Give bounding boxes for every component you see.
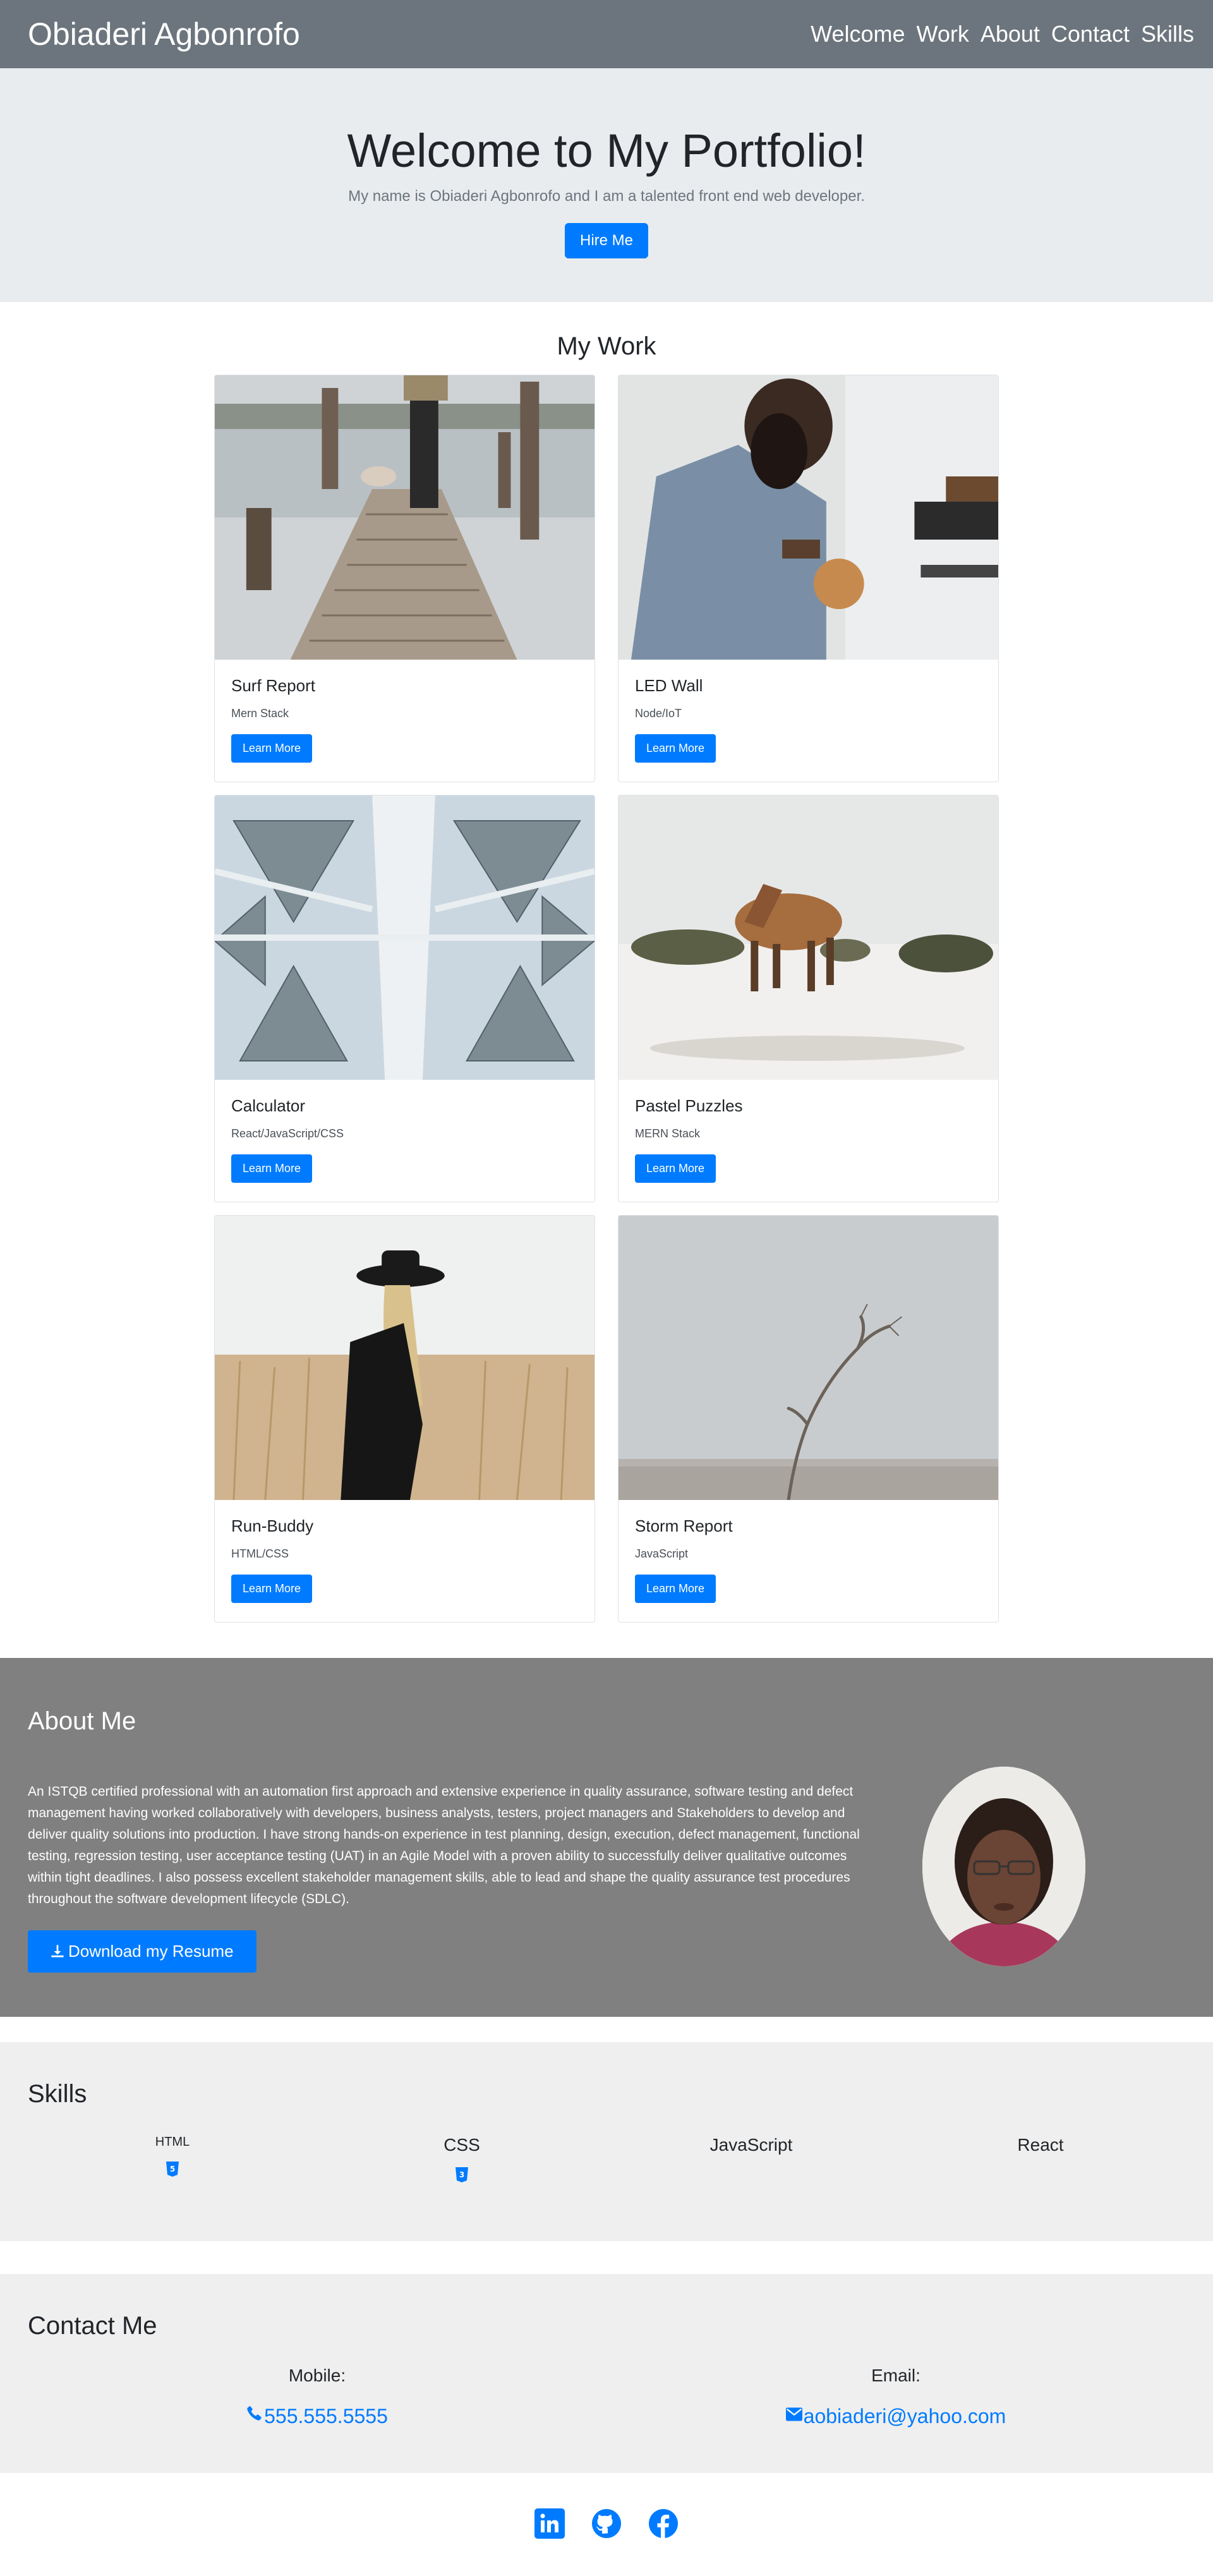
horse-snow-photo xyxy=(619,795,998,1080)
card-title: Pastel Puzzles xyxy=(635,1096,743,1115)
card-stack: HTML/CSS xyxy=(231,1547,289,1560)
email-label: Email: xyxy=(871,2366,920,2385)
project-card: Storm Report JavaScript Learn More xyxy=(618,1215,999,1623)
nav-link-about[interactable]: About xyxy=(981,21,1040,47)
download-resume-button[interactable]: Download my Resume xyxy=(28,1930,256,1973)
contact-section: Contact Me Mobile: 555.555.5555 Email: a… xyxy=(0,2274,1213,2473)
card-title: Storm Report xyxy=(635,1516,733,1535)
project-card: Run-Buddy HTML/CSS Learn More xyxy=(214,1215,595,1623)
skill-react: React xyxy=(896,2135,1185,2186)
project-card: Surf Report Mern Stack Learn More xyxy=(214,375,595,782)
card-stack: JavaScript xyxy=(635,1547,689,1560)
woman-hat-field-photo xyxy=(215,1216,594,1500)
project-grid: Surf Report Mern Stack Learn More LED Wa… xyxy=(214,375,999,1623)
email-link[interactable]: aobiaderi@yahoo.com xyxy=(785,2405,1006,2428)
email-value: aobiaderi@yahoo.com xyxy=(803,2405,1006,2428)
contact-row: Mobile: 555.555.5555 Email: aobiaderi@ya… xyxy=(28,2366,1185,2428)
nav-link-contact[interactable]: Contact xyxy=(1051,21,1130,47)
card-stack: Node/IoT xyxy=(635,707,682,720)
learn-more-button[interactable]: Learn More xyxy=(635,734,716,763)
work-heading: My Work xyxy=(557,332,656,360)
skill-javascript: JavaScript xyxy=(606,2135,896,2186)
skill-label: HTML xyxy=(155,2135,190,2149)
footer xyxy=(0,2473,1213,2574)
hire-me-button[interactable]: Hire Me xyxy=(564,223,648,258)
card-stack: React/JavaScript/CSS xyxy=(231,1127,344,1140)
learn-more-button[interactable]: Learn More xyxy=(231,1575,313,1603)
bare-tree-photo xyxy=(619,1216,998,1500)
card-body: Pastel Puzzles MERN Stack Learn More xyxy=(619,1080,998,1199)
html5-icon: 5 xyxy=(166,2162,179,2177)
nav-links: Welcome Work About Contact Skills xyxy=(811,21,1194,47)
about-section: About Me An ISTQB certified professional… xyxy=(0,1658,1213,2017)
card-stack: MERN Stack xyxy=(635,1127,701,1140)
learn-more-button[interactable]: Learn More xyxy=(635,1154,716,1183)
card-stack: Mern Stack xyxy=(231,707,289,720)
contact-email: Email: aobiaderi@yahoo.com xyxy=(606,2366,1185,2428)
hero-jumbotron: Welcome to My Portfolio! My name is Obia… xyxy=(0,68,1213,302)
skill-label: React xyxy=(1017,2135,1064,2155)
learn-more-button[interactable]: Learn More xyxy=(231,734,313,763)
nav-link-skills[interactable]: Skills xyxy=(1141,21,1194,47)
download-icon xyxy=(51,1945,64,1957)
skill-label: JavaScript xyxy=(709,2135,793,2155)
skill-html: HTML 5 xyxy=(28,2135,317,2186)
svg-text:5: 5 xyxy=(170,2165,175,2174)
download-resume-label: Download my Resume xyxy=(68,1942,234,1961)
envelope-icon xyxy=(785,2407,802,2421)
card-body: Surf Report Mern Stack Learn More xyxy=(215,660,594,779)
about-heading: About Me xyxy=(28,1707,136,1735)
css3-icon: 3 xyxy=(456,2167,468,2182)
barista-photo xyxy=(619,375,998,660)
skills-row: HTML 5 CSS 3 JavaScript React xyxy=(28,2135,1185,2186)
linkedin-icon[interactable] xyxy=(534,2508,565,2539)
card-title: Run-Buddy xyxy=(231,1516,314,1535)
learn-more-button[interactable]: Learn More xyxy=(635,1575,716,1603)
project-card: Pastel Puzzles MERN Stack Learn More xyxy=(618,795,999,1202)
phone-icon xyxy=(247,2405,262,2421)
card-body: Calculator React/JavaScript/CSS Learn Mo… xyxy=(215,1080,594,1199)
profile-photo xyxy=(922,1767,1085,1966)
card-body: Storm Report JavaScript Learn More xyxy=(619,1500,998,1619)
pier-dog-photo xyxy=(215,375,594,660)
card-title: Calculator xyxy=(231,1096,306,1115)
mobile-link[interactable]: 555.555.5555 xyxy=(246,2405,388,2428)
mobile-label: Mobile: xyxy=(288,2366,346,2385)
nav-link-work[interactable]: Work xyxy=(916,21,969,47)
nav-link-welcome[interactable]: Welcome xyxy=(811,21,905,47)
svg-text:3: 3 xyxy=(459,2170,464,2179)
learn-more-button[interactable]: Learn More xyxy=(231,1154,313,1183)
about-text: An ISTQB certified professional with an … xyxy=(28,1784,860,1906)
hero-title: Welcome to My Portfolio! xyxy=(347,124,866,177)
project-card: LED Wall Node/IoT Learn More xyxy=(618,375,999,782)
card-title: Surf Report xyxy=(231,676,315,695)
contact-heading: Contact Me xyxy=(28,2312,157,2340)
facebook-icon[interactable] xyxy=(648,2508,679,2539)
hero-subtitle: My name is Obiaderi Agbonrofo and I am a… xyxy=(348,188,865,205)
brand-name[interactable]: Obiaderi Agbonrofo xyxy=(28,16,300,52)
work-section: My Work Surf Report Mern Stack Learn Mor… xyxy=(0,302,1213,1658)
github-icon[interactable] xyxy=(591,2508,622,2539)
contact-mobile: Mobile: 555.555.5555 xyxy=(28,2366,606,2428)
card-body: LED Wall Node/IoT Learn More xyxy=(619,660,998,779)
project-card: Calculator React/JavaScript/CSS Learn Mo… xyxy=(214,795,595,1202)
card-title: LED Wall xyxy=(635,676,703,695)
skills-section: Skills HTML 5 CSS 3 JavaScript React xyxy=(0,2042,1213,2241)
fractal-structure-photo xyxy=(215,795,594,1080)
navbar: Obiaderi Agbonrofo Welcome Work About Co… xyxy=(0,0,1213,68)
skill-css: CSS 3 xyxy=(317,2135,606,2186)
card-body: Run-Buddy HTML/CSS Learn More xyxy=(215,1500,594,1619)
skill-label: CSS xyxy=(444,2135,480,2155)
skills-heading: Skills xyxy=(28,2080,87,2108)
mobile-value: 555.555.5555 xyxy=(264,2405,388,2428)
